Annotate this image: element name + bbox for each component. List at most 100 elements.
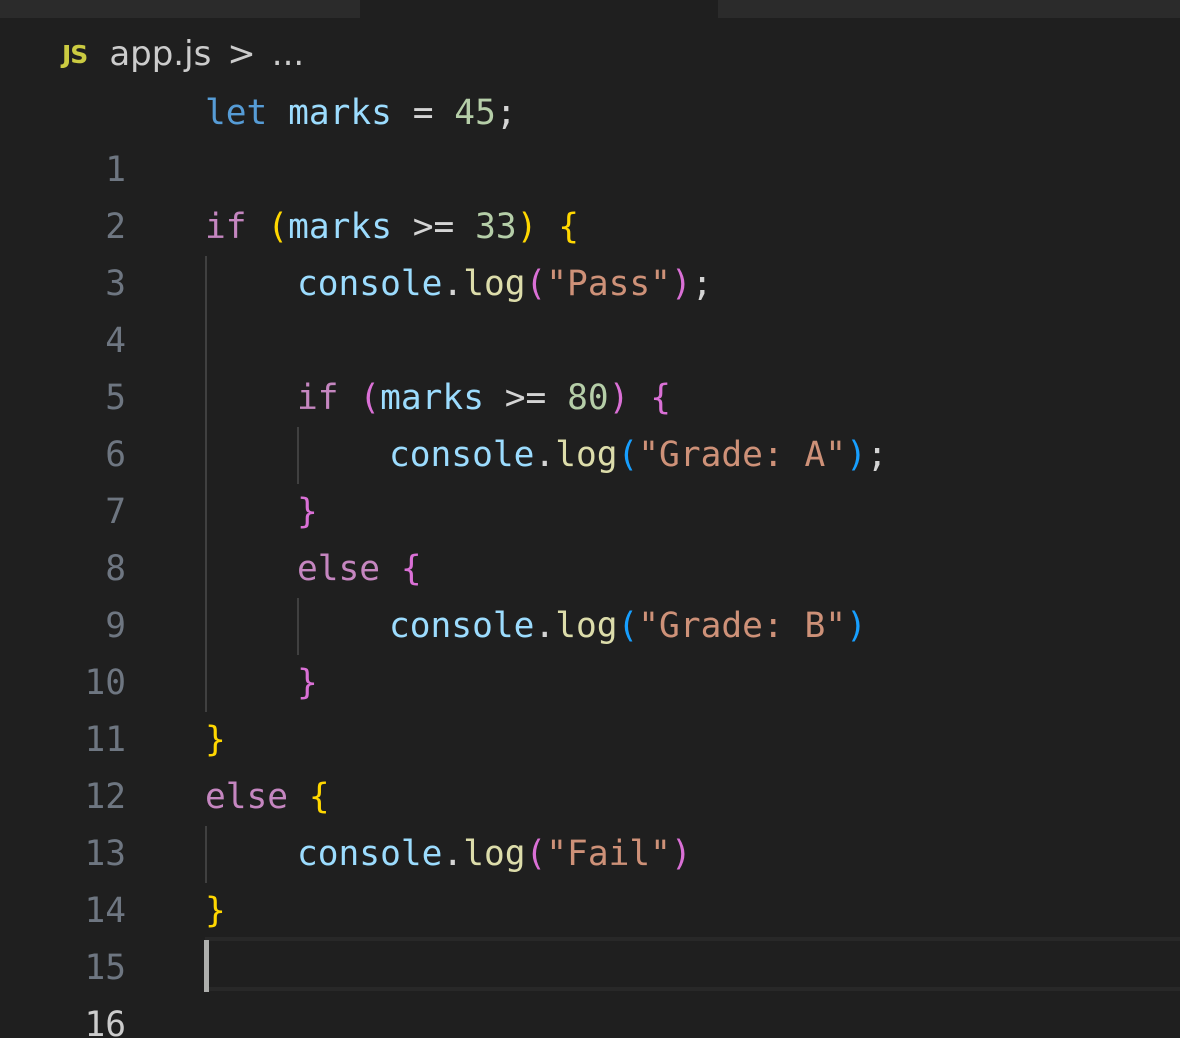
- number-token: 45: [454, 93, 496, 133]
- tab-inactive-right[interactable]: [718, 0, 1180, 18]
- keyword-token: if: [297, 378, 339, 418]
- code-line[interactable]: 3 if (marks >= 33) {: [0, 199, 1180, 304]
- indent-guide: [297, 427, 299, 484]
- bracket-token: (: [617, 606, 639, 646]
- code-line[interactable]: 9 else {: [0, 541, 1180, 646]
- string-token: "Grade: A": [638, 435, 846, 475]
- indent-guide: [205, 541, 207, 598]
- semicolon-token: ;: [495, 93, 517, 133]
- brace-token: {: [558, 207, 579, 247]
- brace-token: {: [400, 549, 422, 589]
- indent-guide: [297, 598, 299, 655]
- javascript-file-icon: JS: [62, 39, 88, 69]
- number-token: 80: [567, 378, 609, 418]
- code-line[interactable]: 7 console.log("Grade: A");: [0, 427, 1180, 532]
- code-line[interactable]: 12 }: [0, 712, 1180, 817]
- bracket-token: ): [670, 834, 692, 874]
- breadcrumb-symbols[interactable]: ...: [272, 34, 304, 74]
- code-editor[interactable]: JS app.js > ... 1 let marks = 45; 2 3 if…: [0, 0, 1180, 1038]
- keyword-token: else: [297, 549, 381, 589]
- bracket-token: ): [846, 606, 867, 646]
- line-code: console.log("Pass");: [297, 256, 712, 313]
- indent-guide: [205, 427, 207, 484]
- variable-token: marks: [380, 378, 484, 418]
- code-line[interactable]: 15 }: [0, 883, 1180, 988]
- dot-token: .: [534, 435, 556, 475]
- object-token: console: [297, 264, 443, 304]
- indent-guide: [205, 598, 207, 655]
- line-number: 16: [84, 1005, 126, 1038]
- bracket-token: ): [516, 207, 538, 247]
- brace-token: }: [297, 663, 318, 703]
- operator-token: =: [412, 93, 434, 133]
- code-line[interactable]: 5: [0, 313, 1180, 418]
- line-code: }: [205, 883, 226, 940]
- text-cursor: [204, 940, 209, 992]
- bracket-token: (: [359, 378, 381, 418]
- operator-token: >=: [412, 207, 455, 247]
- string-token: "Fail": [546, 834, 671, 874]
- line-code: if (marks >= 33) {: [205, 199, 579, 256]
- object-token: console: [297, 834, 443, 874]
- semicolon-token: ;: [866, 435, 888, 475]
- code-line[interactable]: 10 console.log("Grade: B"): [0, 598, 1180, 703]
- dot-token: .: [442, 834, 464, 874]
- line-code: console.log("Grade: B"): [389, 598, 867, 655]
- number-token: 33: [475, 207, 517, 247]
- breadcrumb-file[interactable]: app.js: [109, 34, 211, 74]
- code-line[interactable]: 6 if (marks >= 80) {: [0, 370, 1180, 475]
- code-line[interactable]: 14 console.log("Fail"): [0, 826, 1180, 931]
- indent-guide: [205, 256, 207, 313]
- brace-token: }: [297, 492, 318, 532]
- object-token: console: [389, 606, 535, 646]
- indent-guide: [205, 484, 207, 541]
- indent-guide: [205, 826, 207, 883]
- variable-token: marks: [288, 93, 392, 133]
- code-line-current[interactable]: 16: [0, 940, 1180, 1038]
- code-line[interactable]: 4 console.log("Pass");: [0, 256, 1180, 361]
- string-token: "Grade: B": [638, 606, 846, 646]
- bracket-token: ): [670, 264, 692, 304]
- tab-inactive-left[interactable]: [0, 0, 360, 18]
- brace-token: {: [650, 378, 671, 418]
- line-code: }: [297, 484, 318, 541]
- line-code: console.log("Fail"): [297, 826, 692, 883]
- tab-active[interactable]: [360, 0, 718, 18]
- bracket-token: (: [525, 834, 547, 874]
- code-line[interactable]: 8 }: [0, 484, 1180, 589]
- keyword-token: else: [205, 777, 289, 817]
- bracket-token: ): [846, 435, 867, 475]
- line-code: else {: [205, 769, 330, 826]
- code-area[interactable]: 1 let marks = 45; 2 3 if (marks >= 33) {…: [0, 85, 1180, 1038]
- line-code: }: [205, 712, 226, 769]
- bracket-token: (: [617, 435, 639, 475]
- code-line[interactable]: 13 else {: [0, 769, 1180, 874]
- string-token: "Pass": [546, 264, 671, 304]
- code-line[interactable]: 1 let marks = 45;: [0, 85, 1180, 190]
- semicolon-token: ;: [691, 264, 713, 304]
- variable-token: marks: [288, 207, 392, 247]
- keyword-token: let: [205, 93, 268, 133]
- brace-token: }: [205, 720, 226, 760]
- keyword-token: if: [205, 207, 247, 247]
- line-code: else {: [297, 541, 422, 598]
- bracket-token: (: [525, 264, 547, 304]
- line-code: if (marks >= 80) {: [297, 370, 671, 427]
- indent-guide: [205, 655, 207, 712]
- code-line[interactable]: 11 }: [0, 655, 1180, 760]
- function-token: log: [555, 606, 618, 646]
- line-code: console.log("Grade: A");: [389, 427, 888, 484]
- operator-token: >=: [504, 378, 547, 418]
- code-line[interactable]: 2: [0, 142, 1180, 247]
